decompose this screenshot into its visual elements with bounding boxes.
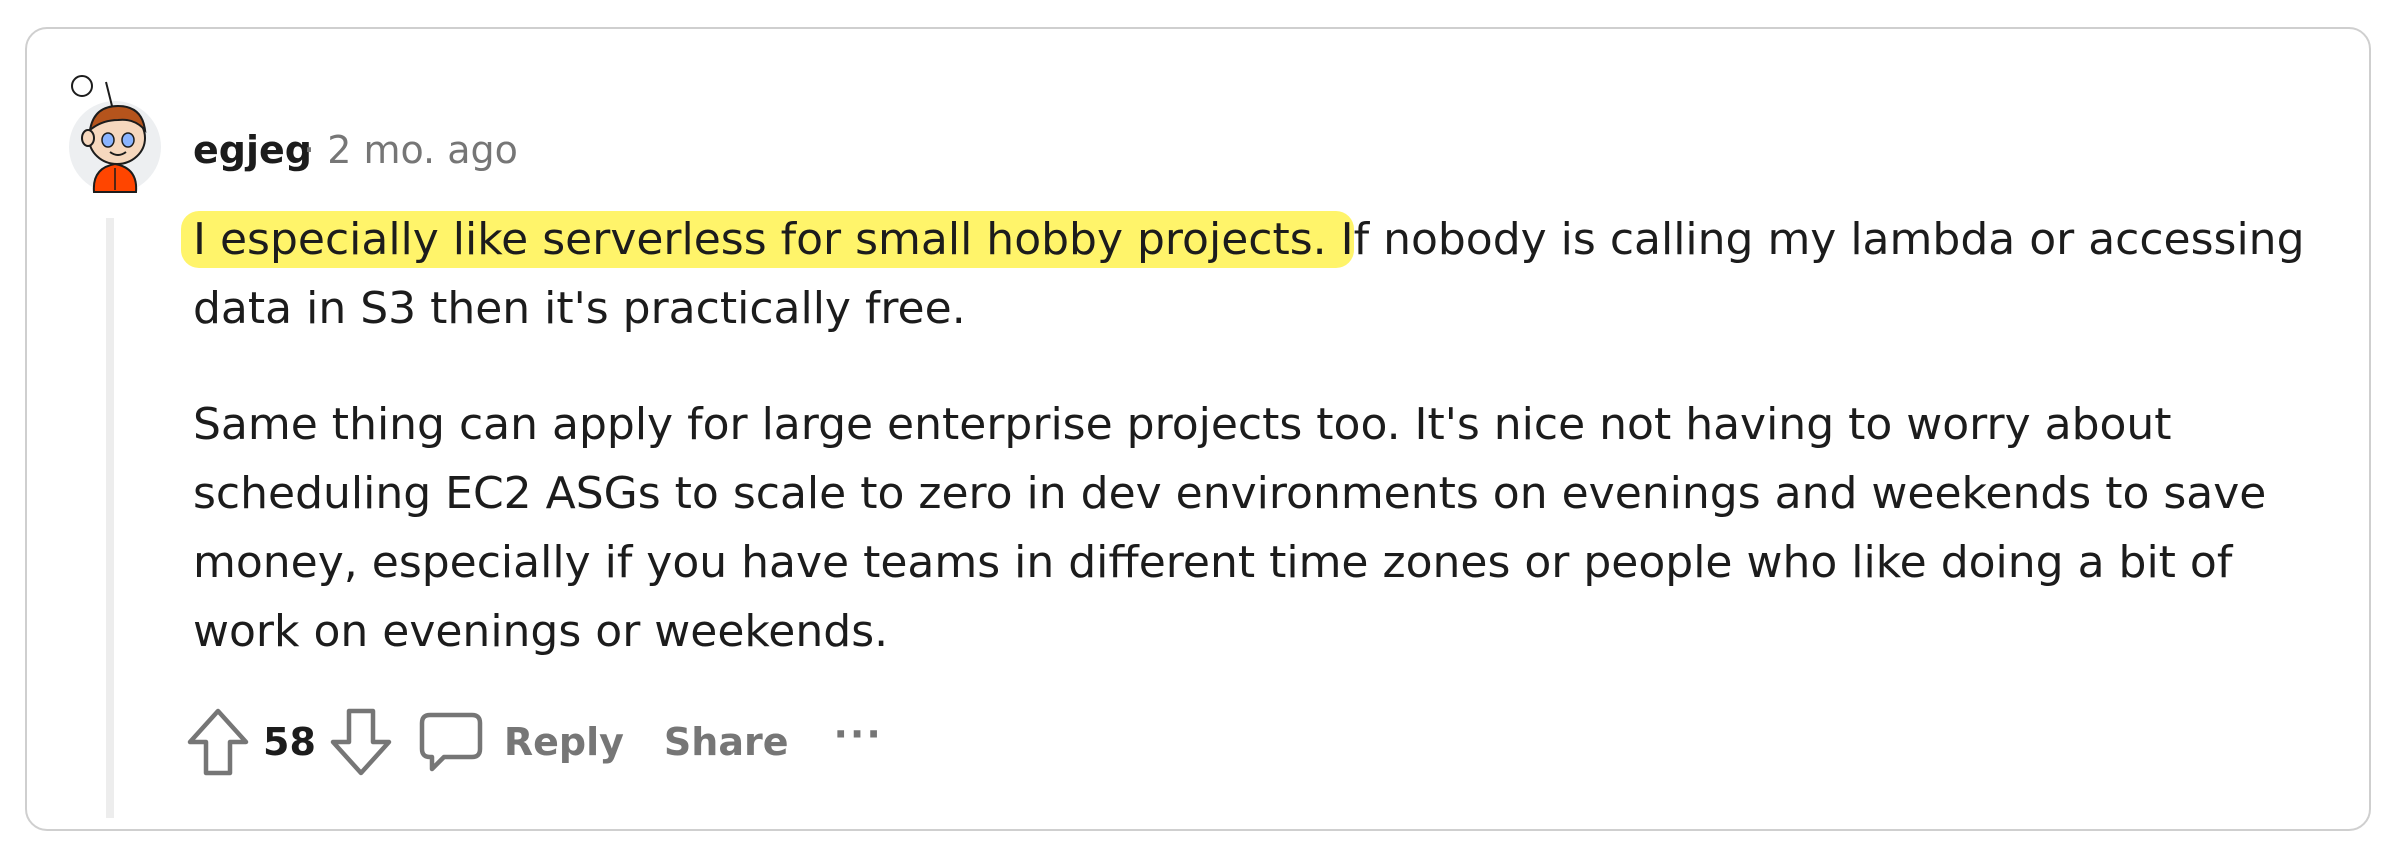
reply-button[interactable]: Reply bbox=[504, 720, 624, 764]
upvote-button[interactable] bbox=[185, 706, 251, 778]
comment-author[interactable]: egjeg bbox=[193, 125, 312, 175]
comment-paragraph-2: Same thing can apply for large enterpris… bbox=[193, 399, 2267, 657]
share-button[interactable]: Share bbox=[664, 720, 789, 764]
highlighted-text: I especially like serverless for small h… bbox=[181, 211, 1354, 268]
downvote-button[interactable] bbox=[328, 706, 394, 778]
more-options-button[interactable]: ··· bbox=[834, 712, 883, 756]
comment-actions: 58 Reply Share ··· bbox=[185, 700, 883, 784]
vote-count: 58 bbox=[263, 720, 316, 764]
comment-paragraph-1: I especially like serverless for small h… bbox=[181, 205, 2313, 343]
arrow-down-outline-icon bbox=[330, 708, 392, 776]
comment-body: I especially like serverless for small h… bbox=[181, 205, 2313, 666]
arrow-up-outline-icon bbox=[187, 708, 249, 776]
snoo-avatar-icon bbox=[69, 75, 161, 193]
thread-line[interactable] bbox=[106, 218, 114, 818]
speech-bubble-icon bbox=[419, 712, 483, 772]
meta-separator: · bbox=[303, 128, 316, 172]
user-avatar[interactable] bbox=[68, 72, 162, 194]
comment-timestamp[interactable]: 2 mo. ago bbox=[327, 128, 518, 172]
comment-meta: · 2 mo. ago bbox=[303, 125, 518, 175]
comment-button[interactable] bbox=[418, 709, 484, 775]
